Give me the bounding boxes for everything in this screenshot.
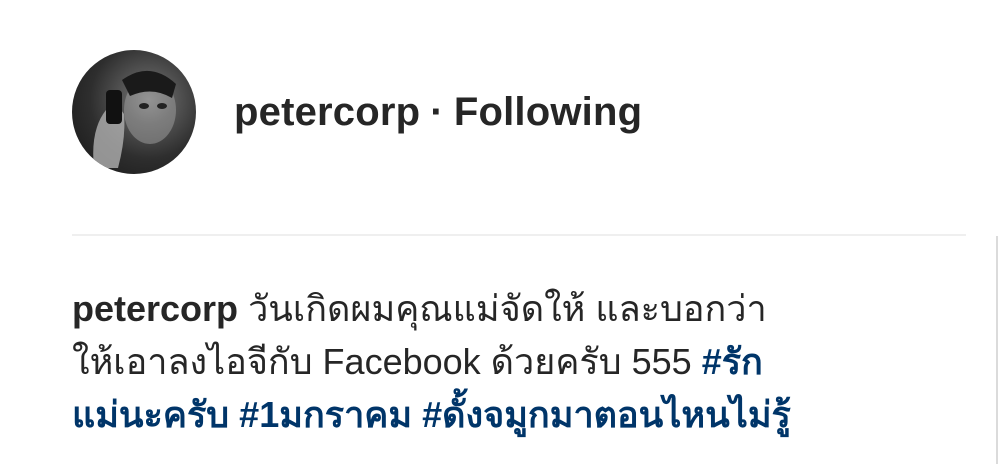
- panel-border: [996, 236, 998, 464]
- caption-text-2: ให้เอาลงไอจีกับ Facebook ด้วยครับ 555: [72, 341, 692, 382]
- caption-line-1: petercorp วันเกิดผมคุณแม่จัดให้ และบอกว่…: [72, 282, 972, 335]
- caption-line-2: ให้เอาลงไอจีกับ Facebook ด้วยครับ 555 #ร…: [72, 335, 972, 388]
- following-button[interactable]: Following: [454, 90, 642, 134]
- avatar-portrait-icon: [93, 70, 176, 168]
- hashtag-link[interactable]: #รัก: [702, 341, 763, 382]
- caption-line-3: แม่นะครับ #1มกราคม #ดั้งจมูกมาตอนไหนไม่ร…: [72, 388, 972, 441]
- separator-dot: ·: [430, 89, 444, 134]
- header-text: petercorp · Following: [234, 90, 642, 135]
- username-link[interactable]: petercorp: [234, 90, 420, 134]
- post-header: petercorp · Following: [72, 48, 642, 176]
- hashtag-link[interactable]: #1มกราคม: [239, 394, 412, 435]
- caption-text-1: วันเกิดผมคุณแม่จัดให้ และบอกว่า: [248, 288, 767, 329]
- post-caption: petercorp วันเกิดผมคุณแม่จัดให้ และบอกว่…: [72, 282, 972, 441]
- divider: [72, 234, 966, 236]
- avatar[interactable]: [72, 50, 196, 174]
- hashtag-link[interactable]: #ดั้งจมูกมาตอนไหนไม่รู้: [422, 394, 791, 435]
- caption-username-link[interactable]: petercorp: [72, 288, 238, 329]
- hashtag-link[interactable]: แม่นะครับ: [72, 394, 229, 435]
